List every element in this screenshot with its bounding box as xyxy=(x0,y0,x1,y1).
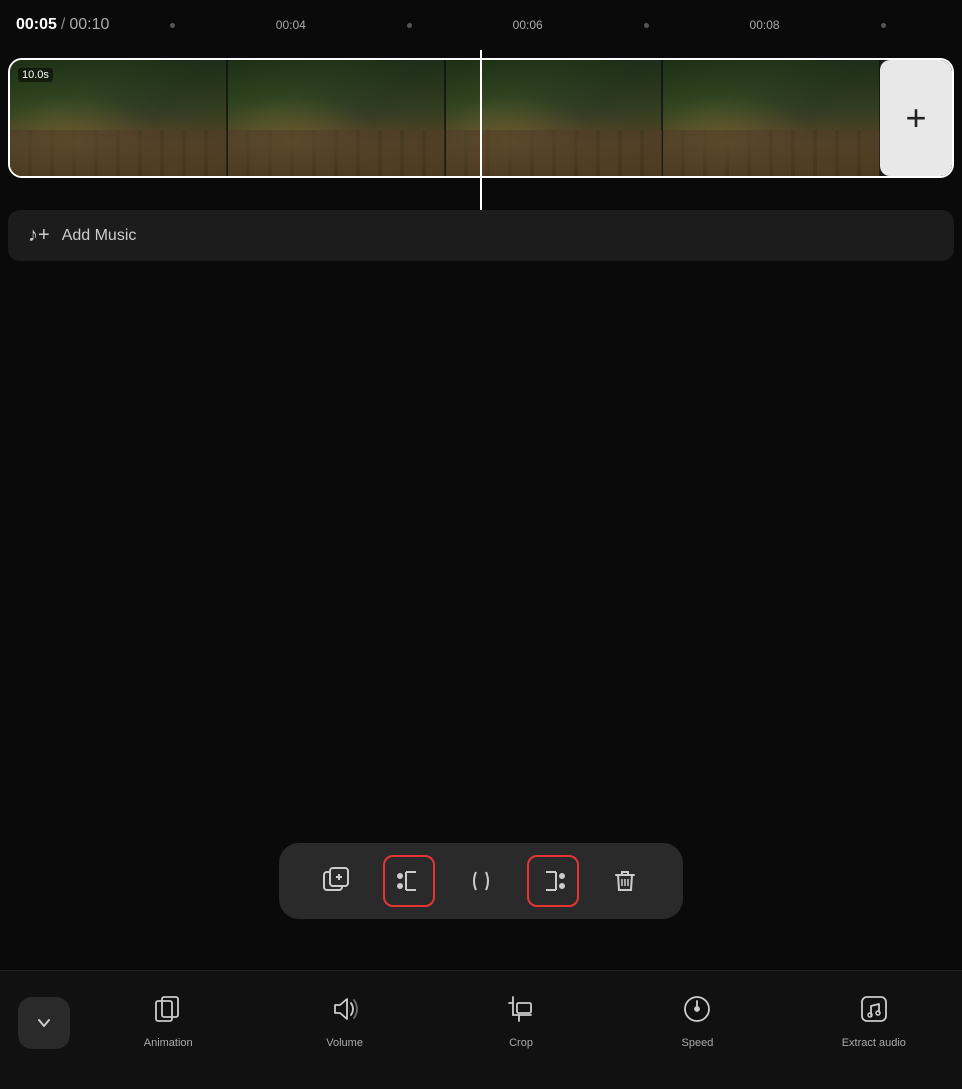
animation-label: Animation xyxy=(144,1037,193,1049)
animation-icon-container xyxy=(146,987,190,1031)
video-frame-3 xyxy=(445,60,663,176)
trim-left-button[interactable] xyxy=(383,855,435,907)
delete-icon xyxy=(610,866,640,896)
bottom-toolbar: Animation Volume xyxy=(0,970,962,1089)
speed-icon-container xyxy=(675,987,719,1031)
dot-1 xyxy=(170,23,175,28)
video-frame-1: 10.0s xyxy=(10,60,227,176)
trim-right-button[interactable] xyxy=(527,855,579,907)
trim-left-icon xyxy=(394,866,424,896)
crop-tool[interactable]: Crop xyxy=(433,987,609,1049)
speed-tool[interactable]: Speed xyxy=(609,987,785,1049)
timeline-area: 10.0s + xyxy=(0,50,962,210)
extract-audio-icon-container xyxy=(852,987,896,1031)
extract-audio-icon xyxy=(858,993,890,1025)
music-icon: ♪+ xyxy=(28,224,50,247)
bottom-tools: Animation Volume xyxy=(80,987,962,1049)
crop-label: Crop xyxy=(509,1037,533,1049)
trim-right-icon xyxy=(538,866,568,896)
add-clip-button[interactable]: + xyxy=(880,60,952,176)
duration-badge: 10.0s xyxy=(18,68,53,82)
volume-label: Volume xyxy=(326,1037,363,1049)
marker-1: 00:04 xyxy=(276,18,306,32)
volume-tool[interactable]: Volume xyxy=(256,987,432,1049)
volume-icon-container xyxy=(323,987,367,1031)
add-clip-icon: + xyxy=(905,100,926,136)
add-music-label: Add Music xyxy=(62,227,137,245)
extract-audio-tool[interactable]: Extract audio xyxy=(786,987,962,1049)
chevron-button[interactable] xyxy=(8,987,80,1059)
page-layout: 00:05 / 00:10 00:04 00:06 00:08 10.0s xyxy=(0,0,962,1089)
video-frame-4 xyxy=(662,60,880,176)
speed-icon xyxy=(681,993,713,1025)
timeline-header: 00:05 / 00:10 00:04 00:06 00:08 xyxy=(0,0,962,50)
copy-tool-button[interactable] xyxy=(311,855,363,907)
crop-icon xyxy=(505,993,537,1025)
volume-icon xyxy=(329,993,361,1025)
crop-icon-container xyxy=(499,987,543,1031)
split-button[interactable] xyxy=(455,855,507,907)
dot-2 xyxy=(407,23,412,28)
marker-3: 00:08 xyxy=(750,18,780,32)
video-frame-2 xyxy=(227,60,445,176)
playhead xyxy=(480,50,482,210)
trim-toolbar-bg xyxy=(279,843,683,919)
dot-3 xyxy=(644,23,649,28)
delete-button[interactable] xyxy=(599,855,651,907)
animation-tool[interactable]: Animation xyxy=(80,987,256,1049)
marker-2: 00:06 xyxy=(513,18,543,32)
chevron-down-icon xyxy=(34,1013,54,1033)
dot-4 xyxy=(881,23,886,28)
chevron-bg xyxy=(18,997,70,1049)
extract-audio-label: Extract audio xyxy=(842,1037,906,1049)
preview-area xyxy=(0,261,962,1089)
speed-label: Speed xyxy=(682,1037,714,1049)
trim-toolbar xyxy=(0,843,962,919)
current-time: 00:05 xyxy=(16,16,57,34)
time-separator: / xyxy=(61,16,65,34)
add-music-bar[interactable]: ♪+ Add Music xyxy=(8,210,954,261)
total-time: 00:10 xyxy=(69,16,109,34)
animation-icon xyxy=(152,993,184,1025)
copy-plus-icon xyxy=(322,866,352,896)
split-icon xyxy=(466,866,496,896)
